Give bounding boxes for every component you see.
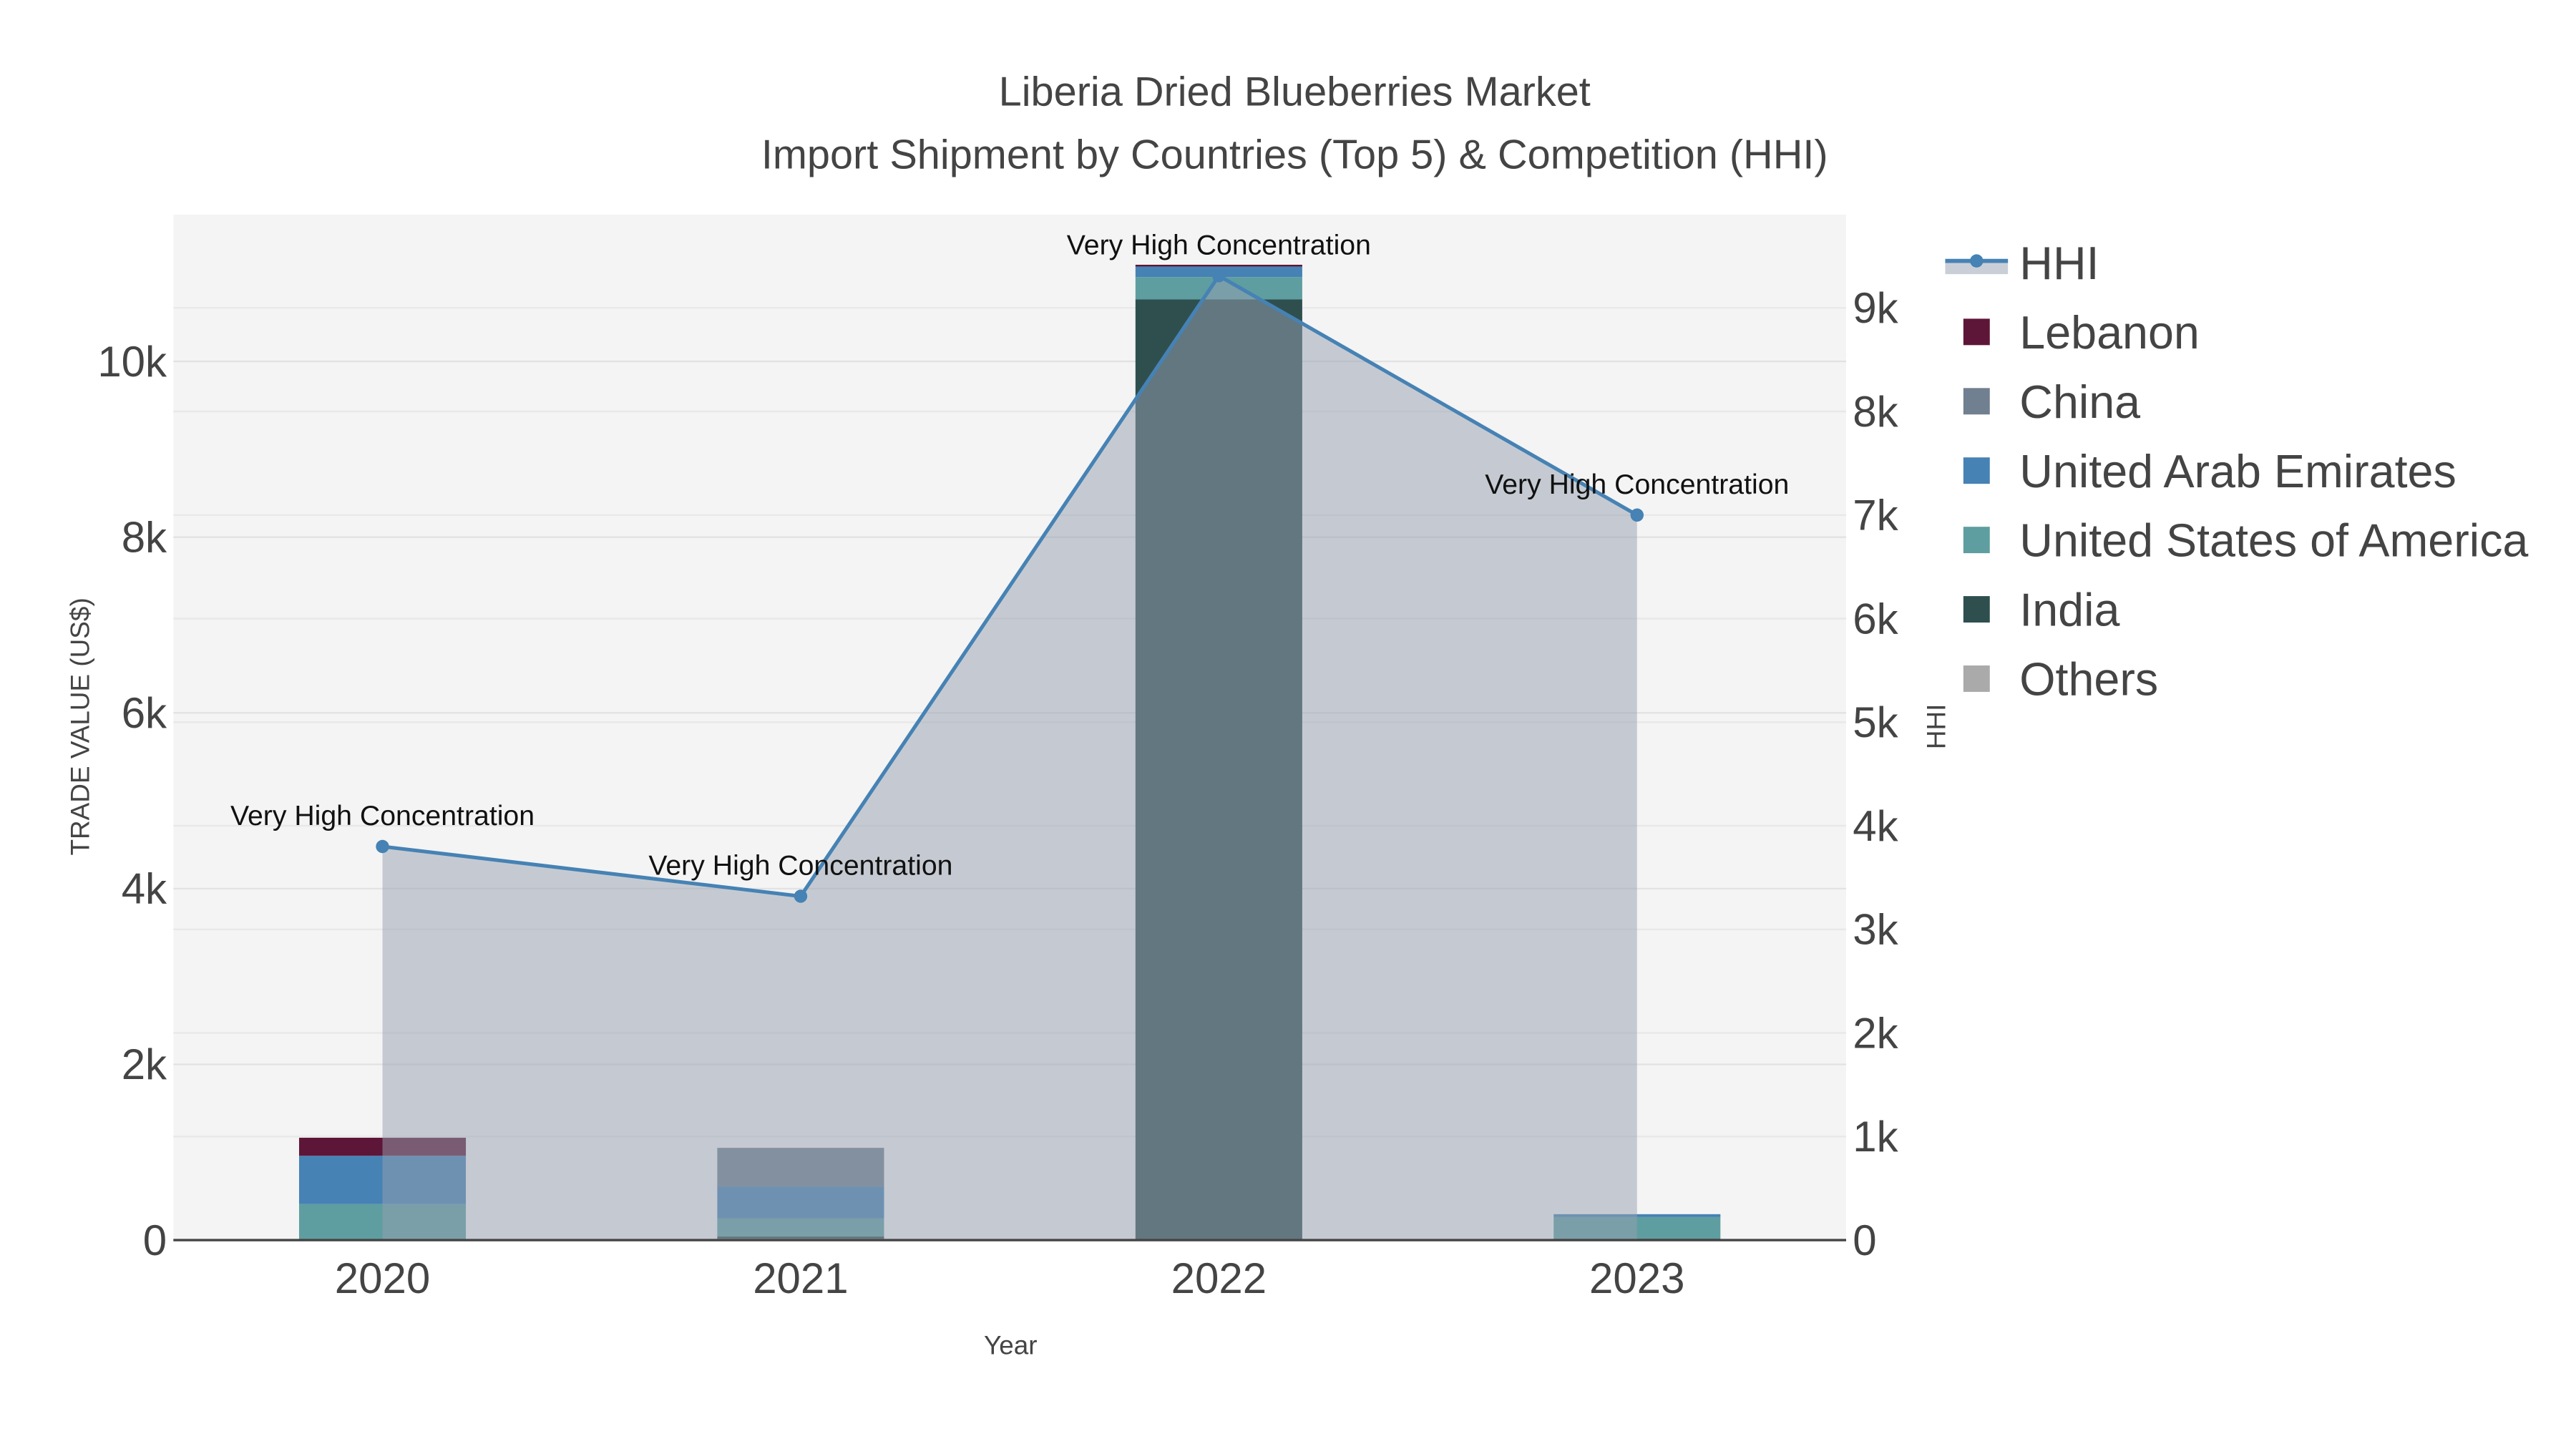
legend-label: China	[2019, 376, 2140, 428]
hhi-point	[376, 839, 389, 854]
legend-label: India	[2019, 585, 2119, 636]
legend-item-lebanon[interactable]: Lebanon	[1963, 307, 2200, 358]
y-axis-title: TRADE VALUE (US$)	[66, 597, 95, 855]
legend-item-hhi[interactable]: HHI	[1945, 238, 2099, 289]
x-tick-label: 2022	[1171, 1254, 1267, 1302]
y2-tick-label: 7k	[1853, 492, 1898, 540]
hhi-annotation: Very High Concentration	[648, 849, 952, 881]
legend-label: HHI	[2019, 238, 2099, 289]
y-tick-label: 0	[143, 1216, 167, 1264]
chart: Liberia Dried Blueberries Market Import …	[66, 69, 2529, 1360]
chart-title-line2: Import Shipment by Countries (Top 5) & C…	[761, 132, 1828, 177]
legend-swatch	[1963, 596, 1990, 623]
legend-swatch	[1963, 527, 1990, 554]
y2-tick-label: 6k	[1853, 595, 1898, 643]
y2-tick-label: 9k	[1853, 284, 1898, 332]
y-tick-label: 10k	[97, 338, 167, 386]
hhi-point	[1630, 508, 1644, 522]
legend-item-others[interactable]: Others	[1963, 654, 2158, 706]
legend-item-china[interactable]: China	[1963, 376, 2140, 428]
bar-lebanon	[1135, 264, 1302, 267]
y-tick-label: 6k	[122, 689, 167, 737]
y2-tick-label: 3k	[1853, 906, 1898, 954]
hhi-annotation: Very High Concentration	[1485, 469, 1789, 500]
legend-label: United States of America	[2019, 515, 2528, 567]
y2-axis-title: HHI	[1921, 704, 1951, 750]
x-tick-label: 2021	[753, 1254, 848, 1302]
x-tick-label: 2023	[1589, 1254, 1684, 1302]
y-tick-label: 4k	[122, 865, 167, 913]
legend-item-india[interactable]: India	[1963, 585, 2120, 636]
hhi-annotation: Very High Concentration	[1067, 229, 1371, 260]
legend-swatch-hhi-point	[1970, 254, 1984, 268]
legend-label: United Arab Emirates	[2019, 446, 2456, 497]
y2-tick-label: 4k	[1853, 802, 1898, 850]
y2-tick-label: 8k	[1853, 388, 1898, 436]
y2-tick-label: 1k	[1853, 1113, 1898, 1161]
legend-label: Others	[2019, 654, 2158, 706]
y-tick-label: 2k	[122, 1040, 167, 1088]
chart-title-line1: Liberia Dried Blueberries Market	[999, 69, 1591, 115]
hhi-annotation: Very High Concentration	[230, 800, 535, 831]
hhi-point	[794, 889, 808, 903]
legend-swatch	[1963, 388, 1990, 415]
legend-label: Lebanon	[2019, 307, 2200, 358]
x-tick-label: 2020	[335, 1254, 430, 1302]
y2-tick-label: 0	[1853, 1216, 1876, 1264]
hhi-point	[1212, 269, 1226, 283]
y2-tick-label: 2k	[1853, 1009, 1898, 1057]
y-tick-label: 8k	[122, 513, 167, 561]
legend-swatch	[1963, 665, 1990, 692]
legend-item-united-arab-emirates[interactable]: United Arab Emirates	[1963, 446, 2457, 497]
legend-swatch	[1963, 457, 1990, 484]
legend-item-united-states-of-america[interactable]: United States of America	[1963, 515, 2529, 567]
x-axis-title: Year	[984, 1330, 1038, 1360]
legend-swatch	[1963, 318, 1990, 346]
y2-tick-label: 5k	[1853, 698, 1898, 746]
